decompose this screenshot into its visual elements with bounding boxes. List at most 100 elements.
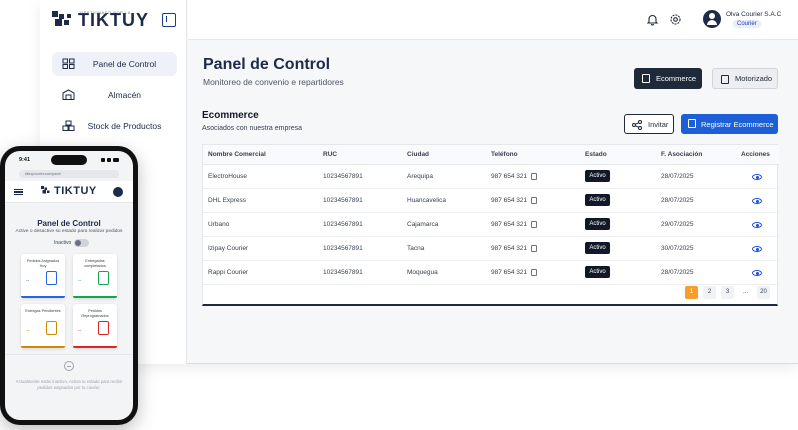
cell-name: DHL Express [208, 197, 247, 204]
col-header: Nombre Comercial [208, 151, 266, 158]
cell-name: Rappi Courier [208, 269, 249, 276]
stat-card-rescheduled[interactable]: Pedidos Reprogramados -- [73, 304, 117, 348]
cell-date: 30/07/2025 [661, 245, 694, 252]
clipboard-check-icon [98, 271, 109, 285]
cell-city: Arequipa [407, 173, 434, 180]
motorbike-icon [721, 75, 729, 84]
table-row[interactable]: Izipay Courier 10234567891 Tacna 987 654… [203, 237, 779, 261]
sidebar-item-almacen[interactable]: Almacén [52, 83, 177, 107]
avatar[interactable] [703, 10, 721, 28]
copy-icon[interactable] [531, 173, 537, 180]
tab-motorizado[interactable]: Motorizado [712, 68, 778, 89]
ecommerce-table: Nombre Comercial RUC Ciudad Teléfono Est… [202, 144, 779, 306]
ecommerce-card: Ecommerce Asociados con nuestra empresa … [202, 104, 779, 308]
card-value: -- [78, 278, 82, 284]
url-bar[interactable]: tiktuycourier.com/panel [19, 170, 119, 178]
desktop-window: TIKTUY GESTIONADO POR LA Panel de Contro… [40, 0, 798, 364]
cell-phone: 987 654 321 [491, 221, 528, 228]
card-label: Pedidos Reprogramados [81, 309, 109, 318]
tiktuy-logo-icon [52, 10, 71, 26]
table-header: Nombre Comercial RUC Ciudad Teléfono Est… [203, 145, 779, 165]
page-title: Panel de Control [203, 56, 331, 73]
card-label: Entregados completados [84, 259, 106, 268]
page-button[interactable]: 2 [703, 286, 716, 299]
cell-phone: 987 654 321 [491, 173, 528, 180]
cell-date: 28/07/2025 [661, 197, 694, 204]
cell-city: Huancavelica [407, 197, 447, 204]
sidebar-item-label: Panel de Control [92, 59, 157, 69]
user-name: Olva Courier S.A.C [726, 11, 782, 18]
card-accent-bar [21, 346, 65, 348]
bell-icon[interactable] [646, 13, 659, 26]
cell-phone: 987 654 321 [491, 269, 528, 276]
avatar[interactable] [113, 187, 123, 197]
cell-date: 28/07/2025 [661, 173, 694, 180]
clipboard-alert-icon [46, 321, 57, 335]
sidebar-item-stock[interactable]: Stock de Productos [52, 114, 177, 138]
cell-city: Cajamarca [407, 221, 439, 228]
col-header: Ciudad [407, 151, 430, 158]
collapse-sidebar-icon[interactable] [162, 13, 176, 27]
page-button[interactable]: 1 [685, 286, 698, 299]
cell-ruc: 10234567891 [323, 245, 363, 252]
eye-icon[interactable] [752, 198, 762, 204]
cell-date: 29/07/2025 [661, 221, 694, 228]
main-content: Olva Courier S.A.C Courier Panel de Cont… [188, 0, 798, 364]
sidebar-item-label: Stock de Productos [87, 121, 162, 131]
cell-ruc: 10234567891 [323, 221, 363, 228]
tab-label: Ecommerce [656, 74, 697, 83]
table-row[interactable]: DHL Express 10234567891 Huancavelica 987… [203, 189, 779, 213]
register-ecommerce-button[interactable]: Registrar Ecommerce [681, 114, 778, 134]
clipboard-icon [46, 271, 57, 285]
stat-card-assigned[interactable]: Pedidos Asignados Hoy -- [21, 254, 65, 298]
copy-icon[interactable] [531, 221, 537, 228]
menu-icon[interactable] [14, 189, 23, 195]
status-toggle[interactable] [74, 239, 89, 247]
cell-city: Moquegua [407, 269, 438, 276]
invite-button[interactable]: Invitar [624, 114, 674, 134]
section-subtitle: Asociados con nuestra empresa [202, 125, 302, 132]
table-row[interactable]: ElectroHouse 10234567891 Arequipa 987 65… [203, 165, 779, 189]
status-icons [101, 158, 119, 162]
user-role-badge: Courier [733, 20, 761, 28]
status-badge: Activo [585, 242, 610, 254]
col-header: RUC [323, 151, 338, 158]
mobile-page-subtitle: Active o desactive su estado para realiz… [15, 229, 123, 234]
brand-tagline: GESTIONADO POR LA [80, 10, 131, 15]
status-badge: Activo [585, 194, 610, 206]
gear-icon[interactable] [669, 13, 682, 26]
tab-ecommerce[interactable]: Ecommerce [634, 68, 702, 89]
status-badge: Activo [585, 266, 610, 278]
eye-icon[interactable] [752, 270, 762, 276]
tab-label: Motorizado [735, 74, 773, 83]
col-header: F. Asociación [661, 151, 703, 158]
table-row[interactable]: Rappi Courier 10234567891 Moquegua 987 6… [203, 261, 779, 285]
eye-icon[interactable] [752, 174, 762, 180]
copy-icon[interactable] [531, 269, 537, 276]
cell-city: Tacna [407, 245, 425, 252]
table-row[interactable]: Urbano 10234567891 Cajamarca 987 654 321… [203, 213, 779, 237]
cell-name: ElectroHouse [208, 173, 248, 180]
mobile-page-title: Panel de Control [37, 219, 101, 228]
eye-icon[interactable] [752, 222, 762, 228]
col-header: Acciones [741, 151, 770, 158]
share-icon [632, 120, 642, 130]
cell-name: Izipay Courier [208, 245, 249, 252]
copy-icon[interactable] [531, 197, 537, 204]
toggle-label: Inactivo [54, 240, 72, 246]
phone-notch [51, 155, 87, 165]
stat-card-delivered[interactable]: Entregados completados -- [73, 254, 117, 298]
composite-showcase: TIKTUY GESTIONADO POR LA Panel de Contro… [0, 0, 798, 430]
invite-label: Invitar [648, 119, 669, 129]
page-subtitle: Monitoreo de convenio e repartidores [203, 77, 344, 87]
page-button[interactable]: 3 [721, 286, 734, 299]
sidebar-item-panel[interactable]: Panel de Control [52, 52, 177, 76]
eye-icon[interactable] [752, 246, 762, 252]
cell-phone: 987 654 321 [491, 245, 528, 252]
stat-card-pending[interactable]: Entregas Pendientes -- [21, 304, 65, 348]
cell-name: Urbano [208, 221, 230, 228]
copy-icon[interactable] [531, 245, 537, 252]
store-icon [642, 74, 650, 83]
register-label: Registrar Ecommerce [701, 119, 774, 129]
page-button[interactable]: 20 [757, 286, 770, 299]
